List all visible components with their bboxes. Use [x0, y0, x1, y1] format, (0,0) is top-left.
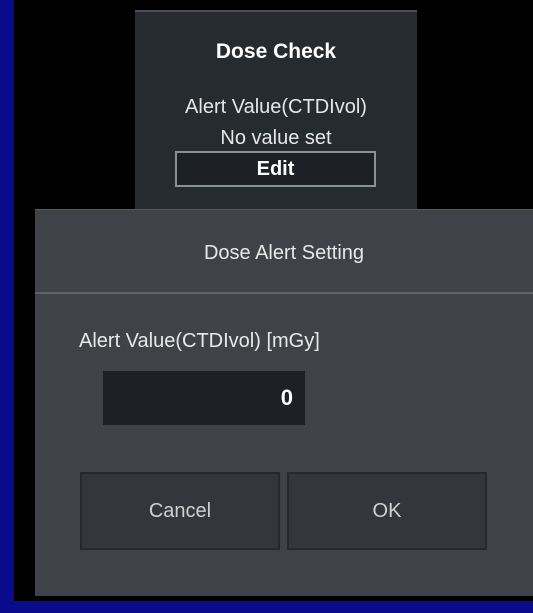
- dialog-title: Dose Alert Setting: [203, 242, 365, 264]
- alert-value-input[interactable]: [103, 371, 305, 425]
- edit-button[interactable]: Edit: [175, 151, 376, 187]
- dose-check-panel: Dose Check Alert Value(CTDIvol) No value…: [135, 10, 417, 210]
- alert-value-status: No value set: [220, 127, 332, 149]
- dialog-divider: [35, 292, 533, 294]
- alert-value-field-label: Alert Value(CTDIvol) [mGy]: [79, 330, 320, 352]
- alert-value-label: Alert Value(CTDIvol): [185, 96, 367, 118]
- ok-button[interactable]: OK: [287, 472, 487, 550]
- dose-check-title: Dose Check: [215, 40, 337, 63]
- cancel-button[interactable]: Cancel: [80, 472, 280, 550]
- dose-alert-setting-dialog: Dose Alert Setting Alert Value(CTDIvol) …: [35, 210, 533, 596]
